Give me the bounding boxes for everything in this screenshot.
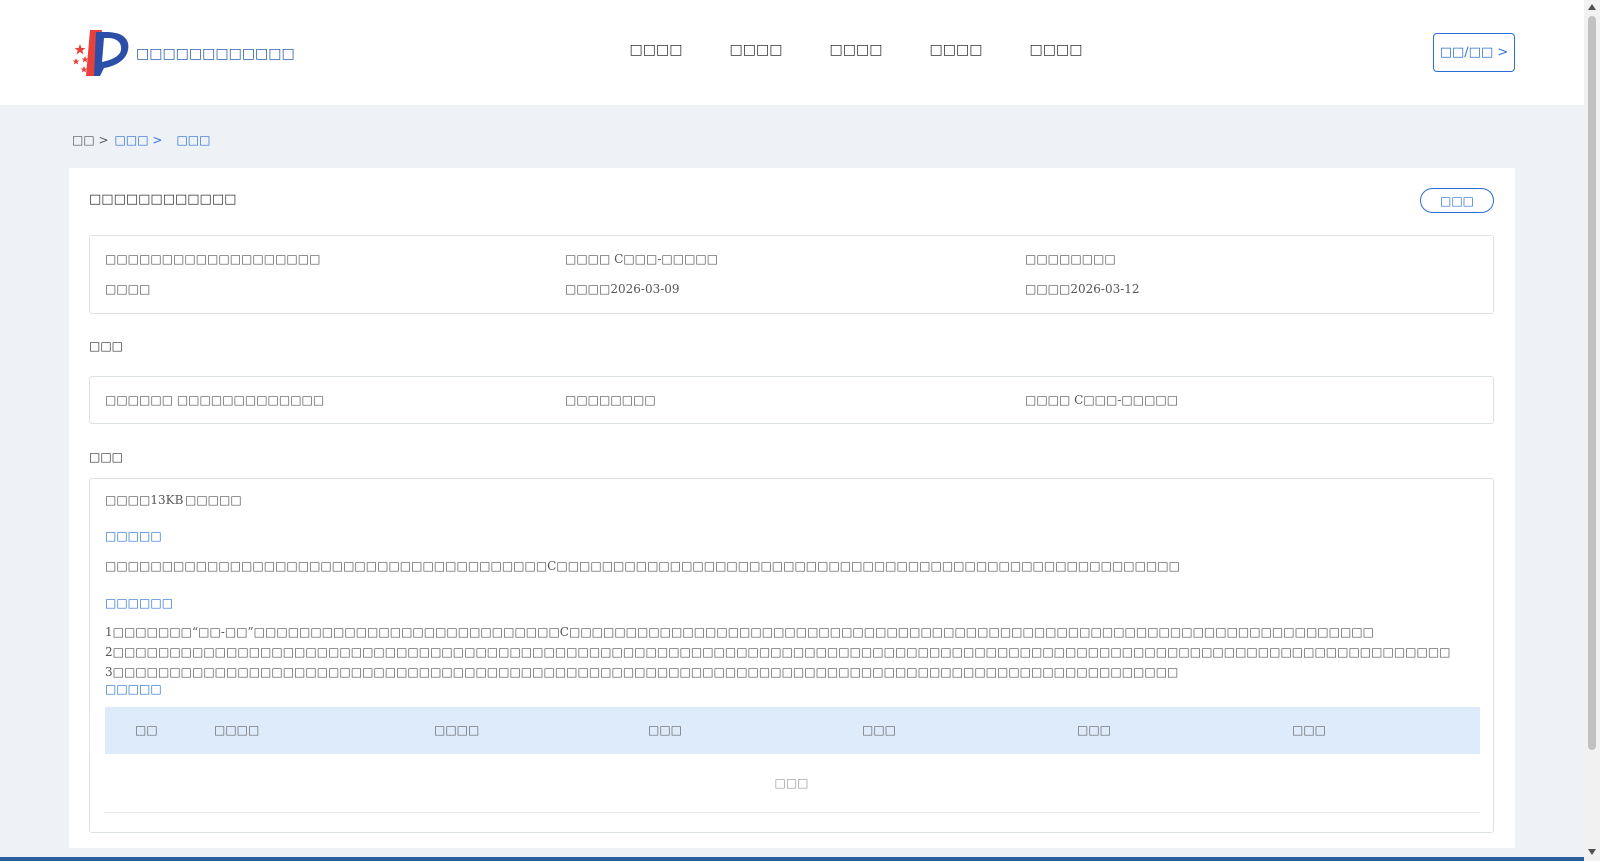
footer-bar xyxy=(0,857,1584,861)
scroll-up-icon[interactable] xyxy=(1588,4,1596,10)
subsection-heading: □□□□□ xyxy=(105,682,162,696)
subsection-heading: □□□□□ xyxy=(105,529,162,543)
detail-panel: □□□□□□□□□□□□ □□□ □□□□□□□□□□□□□□□□□□□ □□□… xyxy=(69,168,1515,848)
info-field: □□□□□□ □□□□□□□□□□□□□ xyxy=(105,393,325,407)
info-box: □□□□□□□□□□□□□□□□□□□ □□□□ C□□□-□□□□□ □□□□… xyxy=(89,235,1494,314)
section-title: □□□ xyxy=(89,450,124,464)
table-col: □□□□ xyxy=(214,723,260,737)
section2-box: □□□□13KB □□□□□ □□□□□ □□□□□□□□□□□□□□□□□□□… xyxy=(89,478,1494,833)
table-col: □□□□ xyxy=(434,723,480,737)
table-divider xyxy=(105,812,1480,813)
back-button[interactable]: □□□ xyxy=(1420,188,1494,213)
section-title: □□□ xyxy=(89,339,124,353)
nav-item-1[interactable]: □□□□ xyxy=(606,42,706,58)
breadcrumb-home[interactable]: □□ > xyxy=(72,133,109,147)
scroll-down-icon[interactable] xyxy=(1588,849,1596,855)
subsection-heading: □□□□□□ xyxy=(105,596,174,610)
section1-box: □□□□□□ □□□□□□□□□□□□□ □□□□□□□□ □□□□ C□□□-… xyxy=(89,376,1494,424)
table-header: □□ □□□□ □□□□ □□□ □□□ □□□ □□□ xyxy=(105,707,1480,754)
breadcrumb-level1[interactable]: □□□ > xyxy=(115,133,163,147)
nav-item-2[interactable]: □□□□ xyxy=(706,42,806,58)
info-field: □□□□□□□□□□□□□□□□□□□ xyxy=(105,252,321,266)
breadcrumb: □□ > □□□ > □□□ xyxy=(72,133,216,147)
site-header: □□□□□□□□□□□□ □□□□ □□□□ □□□□ □□□□ □□□□ □□… xyxy=(0,0,1584,105)
vertical-scrollbar[interactable] xyxy=(1584,0,1600,861)
info-field: □□□□ xyxy=(105,282,151,296)
logo-icon[interactable] xyxy=(72,28,130,78)
nav-item-3[interactable]: □□□□ xyxy=(806,42,906,58)
page-title: □□□□□□□□□□□□ xyxy=(89,192,237,207)
file-size: □□□□13KB xyxy=(105,493,184,507)
info-field: □□□□ C□□□-□□□□□ xyxy=(565,252,719,266)
table-col: □□□ xyxy=(1077,723,1112,737)
scroll-thumb[interactable] xyxy=(1588,16,1596,750)
requirement-text: 1□□□□□□□“□□-□□”□□□□□□□□□□□□□□□□□□□□□□□□□… xyxy=(105,625,1451,679)
table-col: □□□ xyxy=(648,723,683,737)
main-nav: □□□□ □□□□ □□□□ □□□□ □□□□ xyxy=(606,42,1106,58)
table-col: □□□ xyxy=(862,723,897,737)
nav-item-5[interactable]: □□□□ xyxy=(1006,42,1106,58)
table-col: □□□ xyxy=(1292,723,1327,737)
info-field: □□□□□□□□ xyxy=(1025,252,1116,266)
breadcrumb-current: □□□ xyxy=(176,133,211,147)
file-type: □□□□□ xyxy=(185,493,242,507)
table-empty-text: □□□ xyxy=(774,776,809,790)
publish-date: □□□□2026-03-09 xyxy=(565,282,680,296)
info-field: □□□□□□□□ xyxy=(565,393,656,407)
update-date: □□□□2026-03-12 xyxy=(1025,282,1140,296)
description-text: □□□□□□□□□□□□□□□□□□□□□□□□□□□□□□□□□□□□□□□C… xyxy=(105,559,1180,573)
login-register-button[interactable]: □□/□□ > xyxy=(1433,33,1515,72)
table-col: □□ xyxy=(135,723,158,737)
site-name[interactable]: □□□□□□□□□□□□ xyxy=(136,46,295,62)
info-field: □□□□ C□□□-□□□□□ xyxy=(1025,393,1179,407)
nav-item-4[interactable]: □□□□ xyxy=(906,42,1006,58)
